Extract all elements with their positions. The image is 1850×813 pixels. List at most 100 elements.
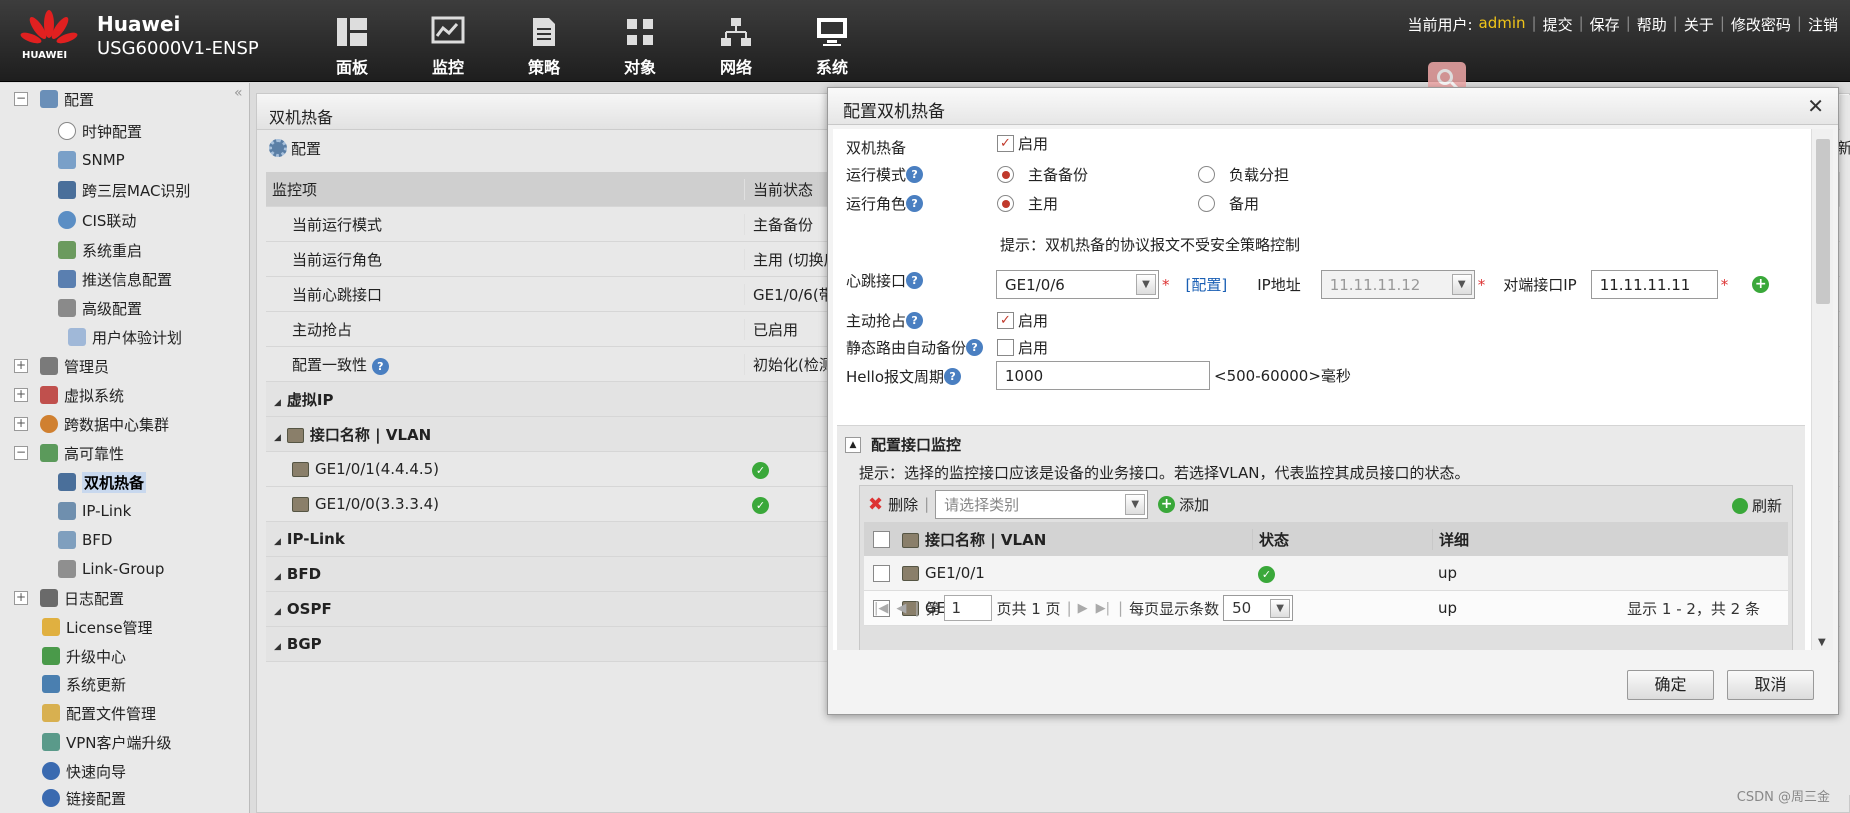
refresh-button[interactable]: 刷新 (1731, 495, 1782, 516)
radio-checked[interactable] (997, 195, 1014, 212)
tree-node-ha[interactable]: − 高可靠性 (14, 439, 124, 467)
page-input[interactable]: 1 (944, 595, 993, 621)
role-standby[interactable]: 备用 (1198, 193, 1259, 214)
static-backup-label: 静态路由自动备份 (846, 339, 967, 357)
nav-dashboard[interactable]: 面板 (304, 16, 400, 78)
tree-node-vpn[interactable]: VPN客户端升级 (42, 728, 172, 756)
ok-button[interactable]: 确定 (1627, 670, 1714, 700)
configure-link[interactable]: [配置] (1186, 274, 1228, 295)
tree-node-snmp[interactable]: SNMP (58, 146, 125, 174)
delete-button[interactable]: 删除 (888, 494, 918, 515)
nav-object[interactable]: 对象 (592, 16, 688, 78)
expand-toggle[interactable]: + (14, 417, 28, 431)
about-link[interactable]: 关于 (1678, 14, 1720, 35)
tree-node-mac[interactable]: 跨三层MAC识别 (58, 176, 190, 204)
type-select[interactable]: 请选择类别 ▼ (935, 489, 1149, 519)
port-icon (292, 497, 309, 512)
chevron-down-icon: ▼ (1270, 599, 1291, 618)
nav-monitor[interactable]: 监控 (400, 16, 496, 78)
tree-node-wizard[interactable]: 快速向导 (42, 757, 126, 785)
tree-label: BFD (82, 531, 113, 549)
per-page-select[interactable]: 50 ▼ (1223, 595, 1294, 621)
collapse-toggle[interactable]: − (14, 92, 28, 106)
row-checkbox[interactable] (872, 564, 890, 582)
tree-node-upgrade[interactable]: 升级中心 (42, 642, 126, 670)
expand-toggle[interactable]: + (14, 591, 28, 605)
scroll-down-icon[interactable]: ▼ (1818, 637, 1826, 648)
tree-node-file[interactable]: 配置文件管理 (42, 699, 156, 727)
add-icon[interactable]: + (1158, 495, 1176, 513)
monitor-header[interactable]: ▲ 配置接口监控 (845, 434, 961, 455)
tree-node-link[interactable]: 链接配置 (42, 784, 126, 812)
add-peer-icon[interactable]: + (1752, 276, 1770, 293)
static-backup-checkbox[interactable] (997, 339, 1014, 356)
tree-node-linkgroup[interactable]: Link-Group (58, 555, 164, 583)
static-backup-enable[interactable]: 启用 (997, 337, 1048, 358)
help-icon[interactable]: ? (906, 312, 924, 329)
tree-node-log[interactable]: + 日志配置 (14, 584, 124, 612)
change-password-link[interactable]: 修改密码 (1725, 14, 1797, 35)
status-ok-icon: ✓ (752, 461, 769, 479)
expand-toggle[interactable]: + (14, 359, 28, 373)
select-all-checkbox[interactable] (872, 530, 890, 548)
dialog-scrollbar[interactable]: ▼ (1811, 129, 1833, 650)
radio-unchecked[interactable] (1198, 166, 1215, 183)
collapse-toggle[interactable]: − (14, 446, 28, 460)
mode-active-standby[interactable]: 主备备份 (997, 164, 1088, 185)
peer-ip-input[interactable]: 11.11.11.11 (1590, 270, 1718, 299)
tree-node-admin[interactable]: + 管理员 (14, 352, 109, 380)
prev-page-icon[interactable]: ◀ (896, 601, 906, 616)
radio-checked[interactable] (997, 166, 1014, 183)
save-link[interactable]: 保存 (1584, 14, 1626, 35)
tree-node-bfd[interactable]: BFD (58, 526, 112, 554)
tree-node-config[interactable]: − 配置 (14, 85, 94, 113)
preempt-checkbox[interactable]: ✓ (997, 312, 1014, 329)
submit-link[interactable]: 提交 (1537, 14, 1579, 35)
tree-node-advanced[interactable]: 高级配置 (58, 294, 142, 322)
expand-toggle[interactable]: + (14, 388, 28, 402)
next-page-icon[interactable]: ▶ (1078, 601, 1088, 616)
help-icon[interactable]: ? (906, 195, 924, 212)
radio-unchecked[interactable] (1198, 195, 1215, 212)
first-page-icon[interactable]: |◀ (874, 601, 888, 616)
collapse-sidebar-icon[interactable]: « (234, 85, 243, 101)
tree-node-iplink[interactable]: IP-Link (58, 497, 131, 525)
help-icon[interactable]: ? (966, 339, 984, 356)
add-button[interactable]: 添加 (1179, 494, 1209, 515)
hrp-enable-checkbox[interactable]: ✓ (997, 135, 1014, 152)
scroll-thumb[interactable] (1816, 139, 1830, 304)
tree-label: IP-Link (82, 502, 132, 520)
tree-node-license[interactable]: License管理 (42, 613, 153, 641)
nav-network[interactable]: 网络 (688, 16, 784, 78)
last-page-icon[interactable]: ▶| (1096, 601, 1110, 616)
nav-policy[interactable]: 策略 (496, 16, 592, 78)
help-icon[interactable]: ? (906, 166, 924, 183)
tree-node-user-plan[interactable]: 用户体验计划 (68, 323, 182, 351)
hrp-enable[interactable]: ✓ 启用 (997, 133, 1048, 154)
collapse-icon[interactable]: ▲ (845, 436, 861, 453)
refresh-label: 刷新 (1751, 497, 1782, 515)
tree-node-sysupdate[interactable]: 系统更新 (42, 670, 126, 698)
tree-node-push[interactable]: 推送信息配置 (58, 265, 172, 293)
help-icon[interactable]: ? (944, 368, 962, 385)
nav-system[interactable]: 系统 (784, 16, 880, 78)
role-active[interactable]: 主用 (997, 193, 1058, 214)
preempt-enable[interactable]: ✓ 启用 (997, 310, 1048, 331)
tree-node-cluster[interactable]: + 跨数据中心集群 (14, 410, 169, 438)
heartbeat-select[interactable]: GE1/0/6 ▼ (996, 270, 1159, 299)
table-row[interactable]: GE1/0/1 ✓ up (864, 556, 1788, 591)
tree-node-restart[interactable]: 系统重启 (58, 236, 142, 264)
mode-load-share[interactable]: 负载分担 (1198, 164, 1289, 185)
tree-node-clock[interactable]: 时钟配置 (58, 117, 142, 145)
cancel-button[interactable]: 取消 (1727, 670, 1814, 700)
help-icon[interactable]: ? (371, 357, 389, 375)
close-icon[interactable]: ✕ (1807, 94, 1824, 118)
delete-icon[interactable]: ✖ (868, 494, 883, 515)
tree-node-cis[interactable]: CIS联动 (58, 206, 136, 234)
help-icon[interactable]: ? (906, 272, 924, 289)
logout-link[interactable]: 注销 (1802, 14, 1844, 35)
help-link[interactable]: 帮助 (1631, 14, 1673, 35)
tree-node-vsys[interactable]: + 虚拟系统 (14, 381, 124, 409)
hello-input[interactable]: 1000 (996, 361, 1210, 390)
tree-node-hrp[interactable]: 双机热备 (58, 468, 147, 496)
